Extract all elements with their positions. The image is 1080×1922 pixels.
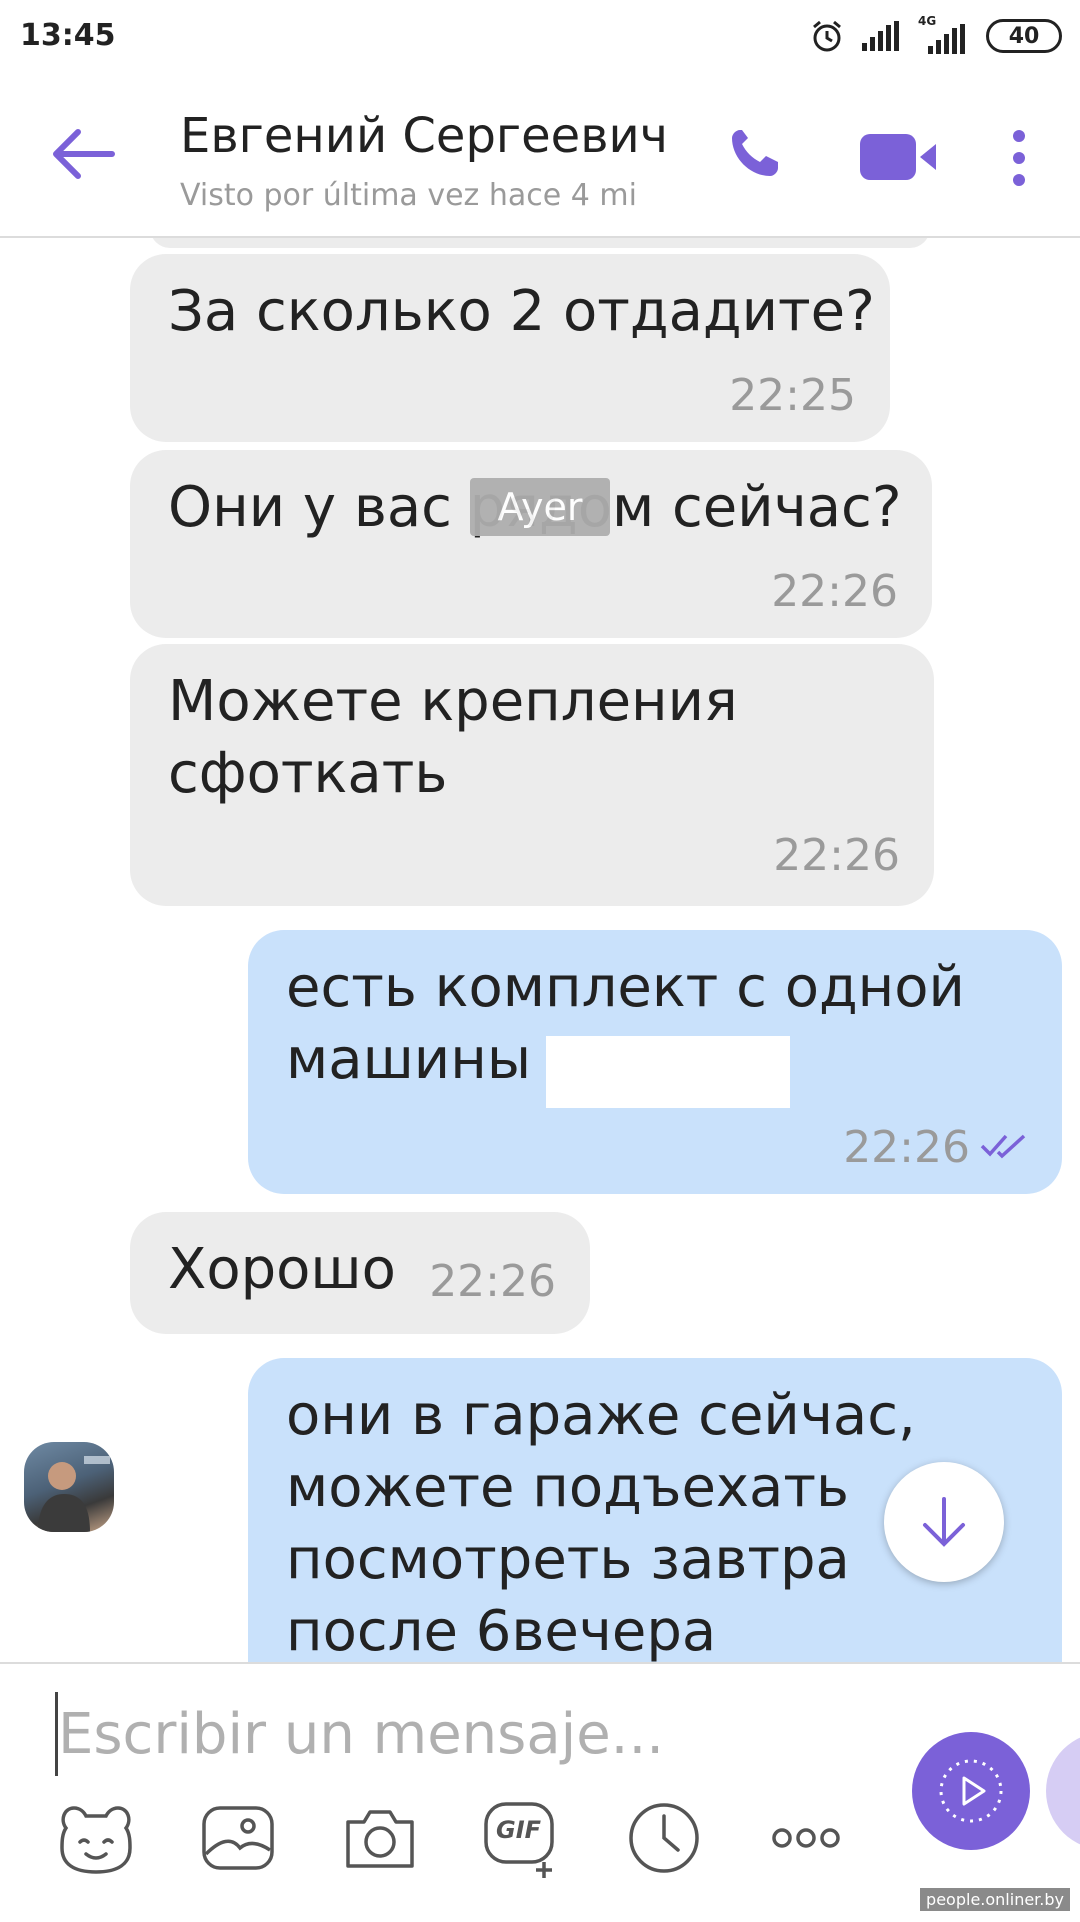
arrow-down-icon — [923, 1497, 965, 1547]
message-line: после 6вечера — [286, 1599, 717, 1662]
schedule-button[interactable] — [622, 1796, 706, 1880]
message-incoming[interactable]: Можете крепления сфоткать 22:26 — [130, 644, 934, 906]
message-line: посмотреть завтра — [286, 1527, 850, 1592]
message-list[interactable]: За сколько 2 отдадите? 22:25 Они у вас р… — [0, 238, 1080, 1662]
send-button[interactable] — [912, 1732, 1030, 1850]
alarm-icon — [813, 20, 841, 52]
back-arrow-icon[interactable] — [52, 128, 116, 180]
message-incoming[interactable]: Хорошо 22:26 — [130, 1212, 590, 1334]
read-receipt-icon — [980, 1134, 1026, 1159]
avatar[interactable] — [24, 1442, 114, 1532]
video-message-icon — [939, 1759, 1003, 1823]
redacted-area — [546, 1036, 790, 1108]
message-incoming[interactable]: За сколько 2 отдадите? 22:25 — [130, 254, 890, 442]
sticker-icon — [60, 1806, 132, 1874]
message-time: 22:26 — [429, 1256, 556, 1307]
message-line: есть комплект с одной — [286, 955, 965, 1020]
message-time: 22:26 — [773, 830, 900, 881]
more-options-icon — [772, 1828, 840, 1848]
more-options-button[interactable] — [764, 1796, 848, 1880]
message-outgoing[interactable]: есть комплект с одной машины 22:26 — [248, 930, 1062, 1194]
clock-icon — [629, 1803, 699, 1873]
camera-icon — [346, 1810, 414, 1868]
status-icons: 4G 40 — [810, 14, 1062, 58]
message-time: 22:26 — [771, 566, 898, 617]
camera-button[interactable] — [338, 1796, 422, 1880]
gallery-icon — [202, 1806, 274, 1870]
message-time: 22:25 — [729, 370, 856, 421]
signal-4g-icon: 4G — [918, 14, 968, 54]
message-line: они в гараже сейчас, — [286, 1383, 916, 1448]
previous-message-edge — [150, 238, 930, 248]
battery-icon: 40 — [986, 19, 1062, 53]
gif-button[interactable]: GIF — [480, 1796, 564, 1880]
battery-level: 40 — [1008, 23, 1040, 49]
next-button-edge[interactable] — [1046, 1732, 1080, 1850]
status-time: 13:45 — [20, 18, 116, 53]
chat-header: Евгений Сергеевич Visto por última vez h… — [0, 72, 1080, 238]
date-separator: Ayer — [470, 478, 610, 536]
status-bar: 13:45 4G 40 — [0, 0, 1080, 72]
watermark: people.onliner.by — [920, 1888, 1070, 1911]
message-text: Хорошо — [168, 1237, 396, 1302]
scroll-to-bottom-button[interactable] — [884, 1462, 1004, 1582]
message-line: можете подъехать — [286, 1455, 849, 1520]
message-line: сфоткать — [168, 741, 448, 806]
message-text: они в гараже сейчас, можете подъехать по… — [286, 1380, 916, 1662]
sticker-button[interactable] — [54, 1796, 138, 1880]
gallery-button[interactable] — [196, 1796, 280, 1880]
signal-icon — [862, 21, 899, 51]
message-text: Можете крепления сфоткать — [168, 666, 738, 810]
contact-name[interactable]: Евгений Сергеевич — [180, 108, 668, 164]
gif-label: GIF — [496, 1816, 542, 1844]
message-input[interactable] — [58, 1690, 858, 1778]
message-composer: GIF people.onliner.by — [0, 1662, 1080, 1922]
message-text: За сколько 2 отдадите? — [168, 279, 875, 344]
last-seen-status: Visto por última vez hace 4 mi — [180, 178, 637, 213]
more-vertical-icon[interactable] — [1004, 128, 1034, 188]
video-call-icon[interactable] — [860, 134, 938, 180]
phone-icon[interactable] — [726, 126, 782, 182]
message-line: Можете крепления — [168, 669, 738, 734]
message-time: 22:26 — [843, 1122, 970, 1173]
avatar-photo — [38, 1456, 110, 1532]
